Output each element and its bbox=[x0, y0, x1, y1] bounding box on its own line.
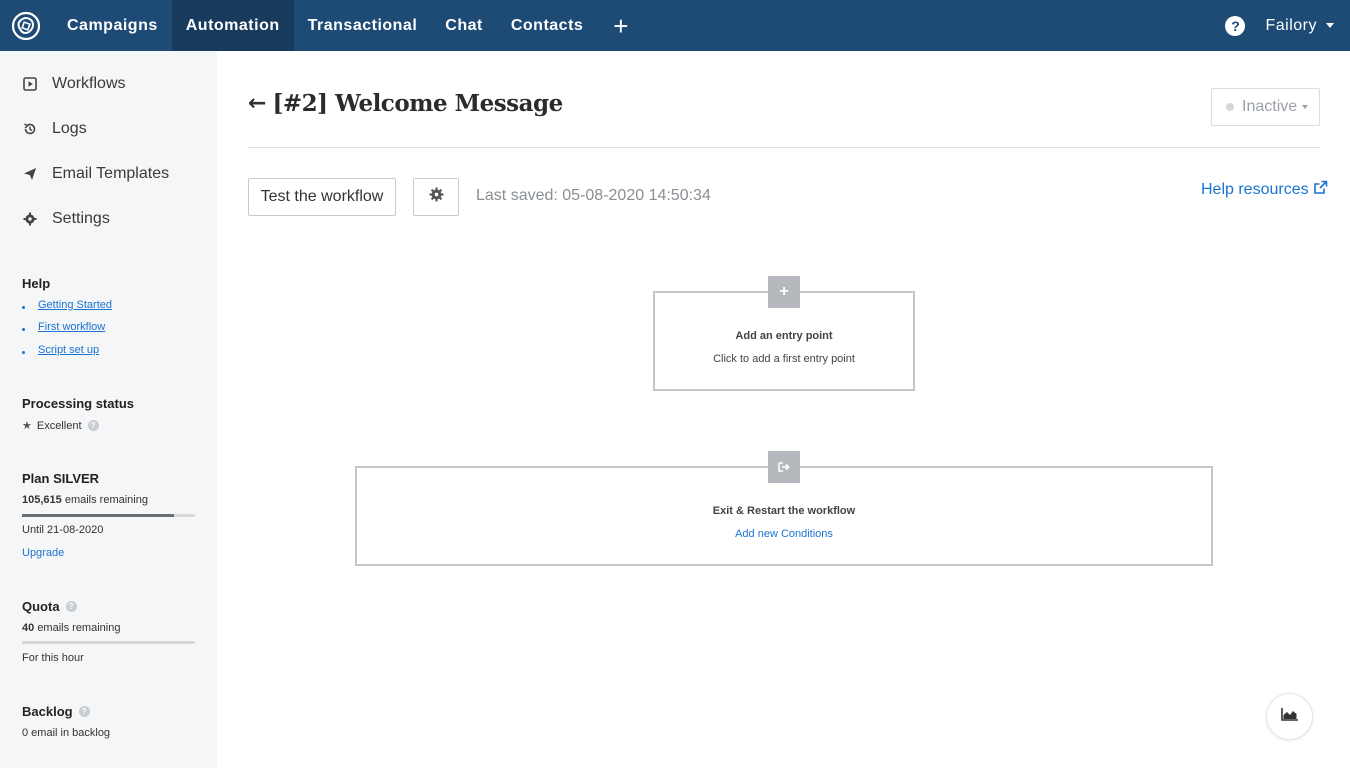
processing-status-text: Excellent bbox=[36, 419, 82, 432]
quota-remaining-label: emails remaining bbox=[37, 622, 121, 634]
bullet-dot bbox=[22, 328, 25, 331]
sidebar: Workflows Logs Email Templates Settings … bbox=[0, 51, 217, 768]
plan-remaining-label: emails remaining bbox=[64, 494, 148, 506]
quota-period: For this hour bbox=[22, 652, 84, 664]
sidebar-item-label: Logs bbox=[52, 120, 87, 137]
entry-point-subtitle: Click to add a first entry point bbox=[713, 353, 855, 365]
quota-progress-fill bbox=[22, 641, 195, 644]
last-saved-text: Last saved: 05-08-2020 14:50:34 bbox=[476, 187, 711, 204]
area-chart-icon bbox=[1280, 707, 1299, 726]
bullet-dot bbox=[22, 306, 25, 309]
star-icon: ★ bbox=[22, 420, 32, 432]
help-resources-label: Help resources bbox=[1201, 181, 1309, 198]
sidebar-item-logs[interactable]: Logs bbox=[22, 120, 87, 138]
help-link-first-workflow[interactable]: First workflow bbox=[38, 321, 105, 333]
quota-heading-text: Quota bbox=[22, 599, 60, 614]
sidebar-item-label: Workflows bbox=[52, 75, 126, 92]
sidebar-item-label: Settings bbox=[52, 210, 110, 227]
upgrade-link[interactable]: Upgrade bbox=[22, 547, 64, 559]
plan-until: Until 21-08-2020 bbox=[22, 524, 104, 536]
plan-heading: Plan SILVER bbox=[22, 471, 100, 486]
info-question-icon[interactable]: ? bbox=[65, 601, 77, 612]
test-workflow-button[interactable]: Test the workflow bbox=[248, 178, 396, 216]
paper-plane-icon bbox=[22, 166, 38, 182]
page-header: ← [#2] Welcome Message bbox=[248, 90, 563, 117]
sendinblue-logo-icon[interactable] bbox=[0, 0, 52, 51]
play-square-icon bbox=[22, 76, 38, 92]
backlog-heading-text: Backlog bbox=[22, 704, 73, 719]
external-link-icon bbox=[1313, 180, 1328, 200]
info-question-icon[interactable]: ? bbox=[78, 706, 90, 717]
plan-progress-bar bbox=[22, 514, 195, 517]
bullet-dot bbox=[22, 351, 25, 354]
nav-campaigns[interactable]: Campaigns bbox=[52, 0, 172, 51]
back-arrow-icon[interactable]: ← bbox=[248, 91, 266, 116]
sidebar-item-settings[interactable]: Settings bbox=[22, 210, 110, 228]
sidebar-item-workflows[interactable]: Workflows bbox=[22, 75, 126, 93]
nav-chat[interactable]: Chat bbox=[431, 0, 497, 51]
account-name: Failory bbox=[1265, 16, 1317, 34]
main-nav: Campaigns Automation Transactional Chat … bbox=[52, 0, 644, 51]
help-link-script-setup[interactable]: Script set up bbox=[38, 344, 99, 356]
nav-transactional[interactable]: Transactional bbox=[294, 0, 432, 51]
nav-contacts[interactable]: Contacts bbox=[497, 0, 597, 51]
quota-remaining: 40 emails remaining bbox=[22, 622, 120, 634]
backlog-value: 0 email in backlog bbox=[22, 727, 111, 739]
caret-down-icon bbox=[1326, 23, 1334, 28]
entry-point-title: Add an entry point bbox=[735, 330, 833, 342]
plan-progress-fill bbox=[22, 514, 175, 517]
top-navbar: Campaigns Automation Transactional Chat … bbox=[0, 0, 1350, 51]
page-title: [#2] Welcome Message bbox=[272, 90, 563, 117]
status-dot-icon bbox=[1226, 103, 1234, 111]
plan-remaining: 105,615 emails remaining bbox=[22, 494, 148, 506]
gear-icon bbox=[22, 211, 38, 227]
help-question-icon[interactable]: ? bbox=[1225, 15, 1246, 36]
divider bbox=[248, 147, 1320, 148]
plan-remaining-count: 105,615 bbox=[22, 494, 62, 506]
quota-progress-bar bbox=[22, 641, 195, 644]
workflow-settings-button[interactable] bbox=[413, 178, 459, 216]
status-label: Inactive bbox=[1242, 98, 1298, 115]
help-resources-link[interactable]: Help resources bbox=[1201, 180, 1328, 200]
caret-down-icon bbox=[1302, 105, 1309, 109]
help-link-getting-started[interactable]: Getting Started bbox=[38, 299, 112, 311]
account-menu[interactable]: Failory bbox=[1265, 17, 1334, 35]
nav-automation[interactable]: Automation bbox=[171, 0, 294, 51]
topbar-right: ? Failory bbox=[1225, 0, 1334, 51]
quota-heading: Quota ? bbox=[22, 599, 77, 614]
exit-sign-out-icon bbox=[768, 451, 800, 483]
processing-status-value: ★ Excellent ? bbox=[22, 419, 99, 432]
add-entry-plus-icon[interactable]: + bbox=[768, 276, 800, 308]
add-conditions-link[interactable]: Add new Conditions bbox=[357, 528, 1211, 540]
processing-status-heading: Processing status bbox=[22, 396, 134, 411]
quota-remaining-count: 40 bbox=[22, 622, 35, 634]
backlog-heading: Backlog ? bbox=[22, 704, 90, 719]
gear-icon bbox=[429, 187, 444, 207]
history-icon bbox=[22, 121, 38, 137]
info-question-icon[interactable]: ? bbox=[87, 420, 99, 431]
sidebar-item-label: Email Templates bbox=[52, 165, 170, 182]
exit-restart-title: Exit & Restart the workflow bbox=[712, 505, 856, 517]
status-dropdown[interactable]: Inactive bbox=[1211, 88, 1320, 126]
sidebar-item-email-templates[interactable]: Email Templates bbox=[22, 165, 169, 183]
help-heading: Help bbox=[22, 276, 51, 291]
stats-chart-button[interactable] bbox=[1266, 693, 1313, 740]
nav-add-icon[interactable]: + bbox=[597, 0, 644, 51]
